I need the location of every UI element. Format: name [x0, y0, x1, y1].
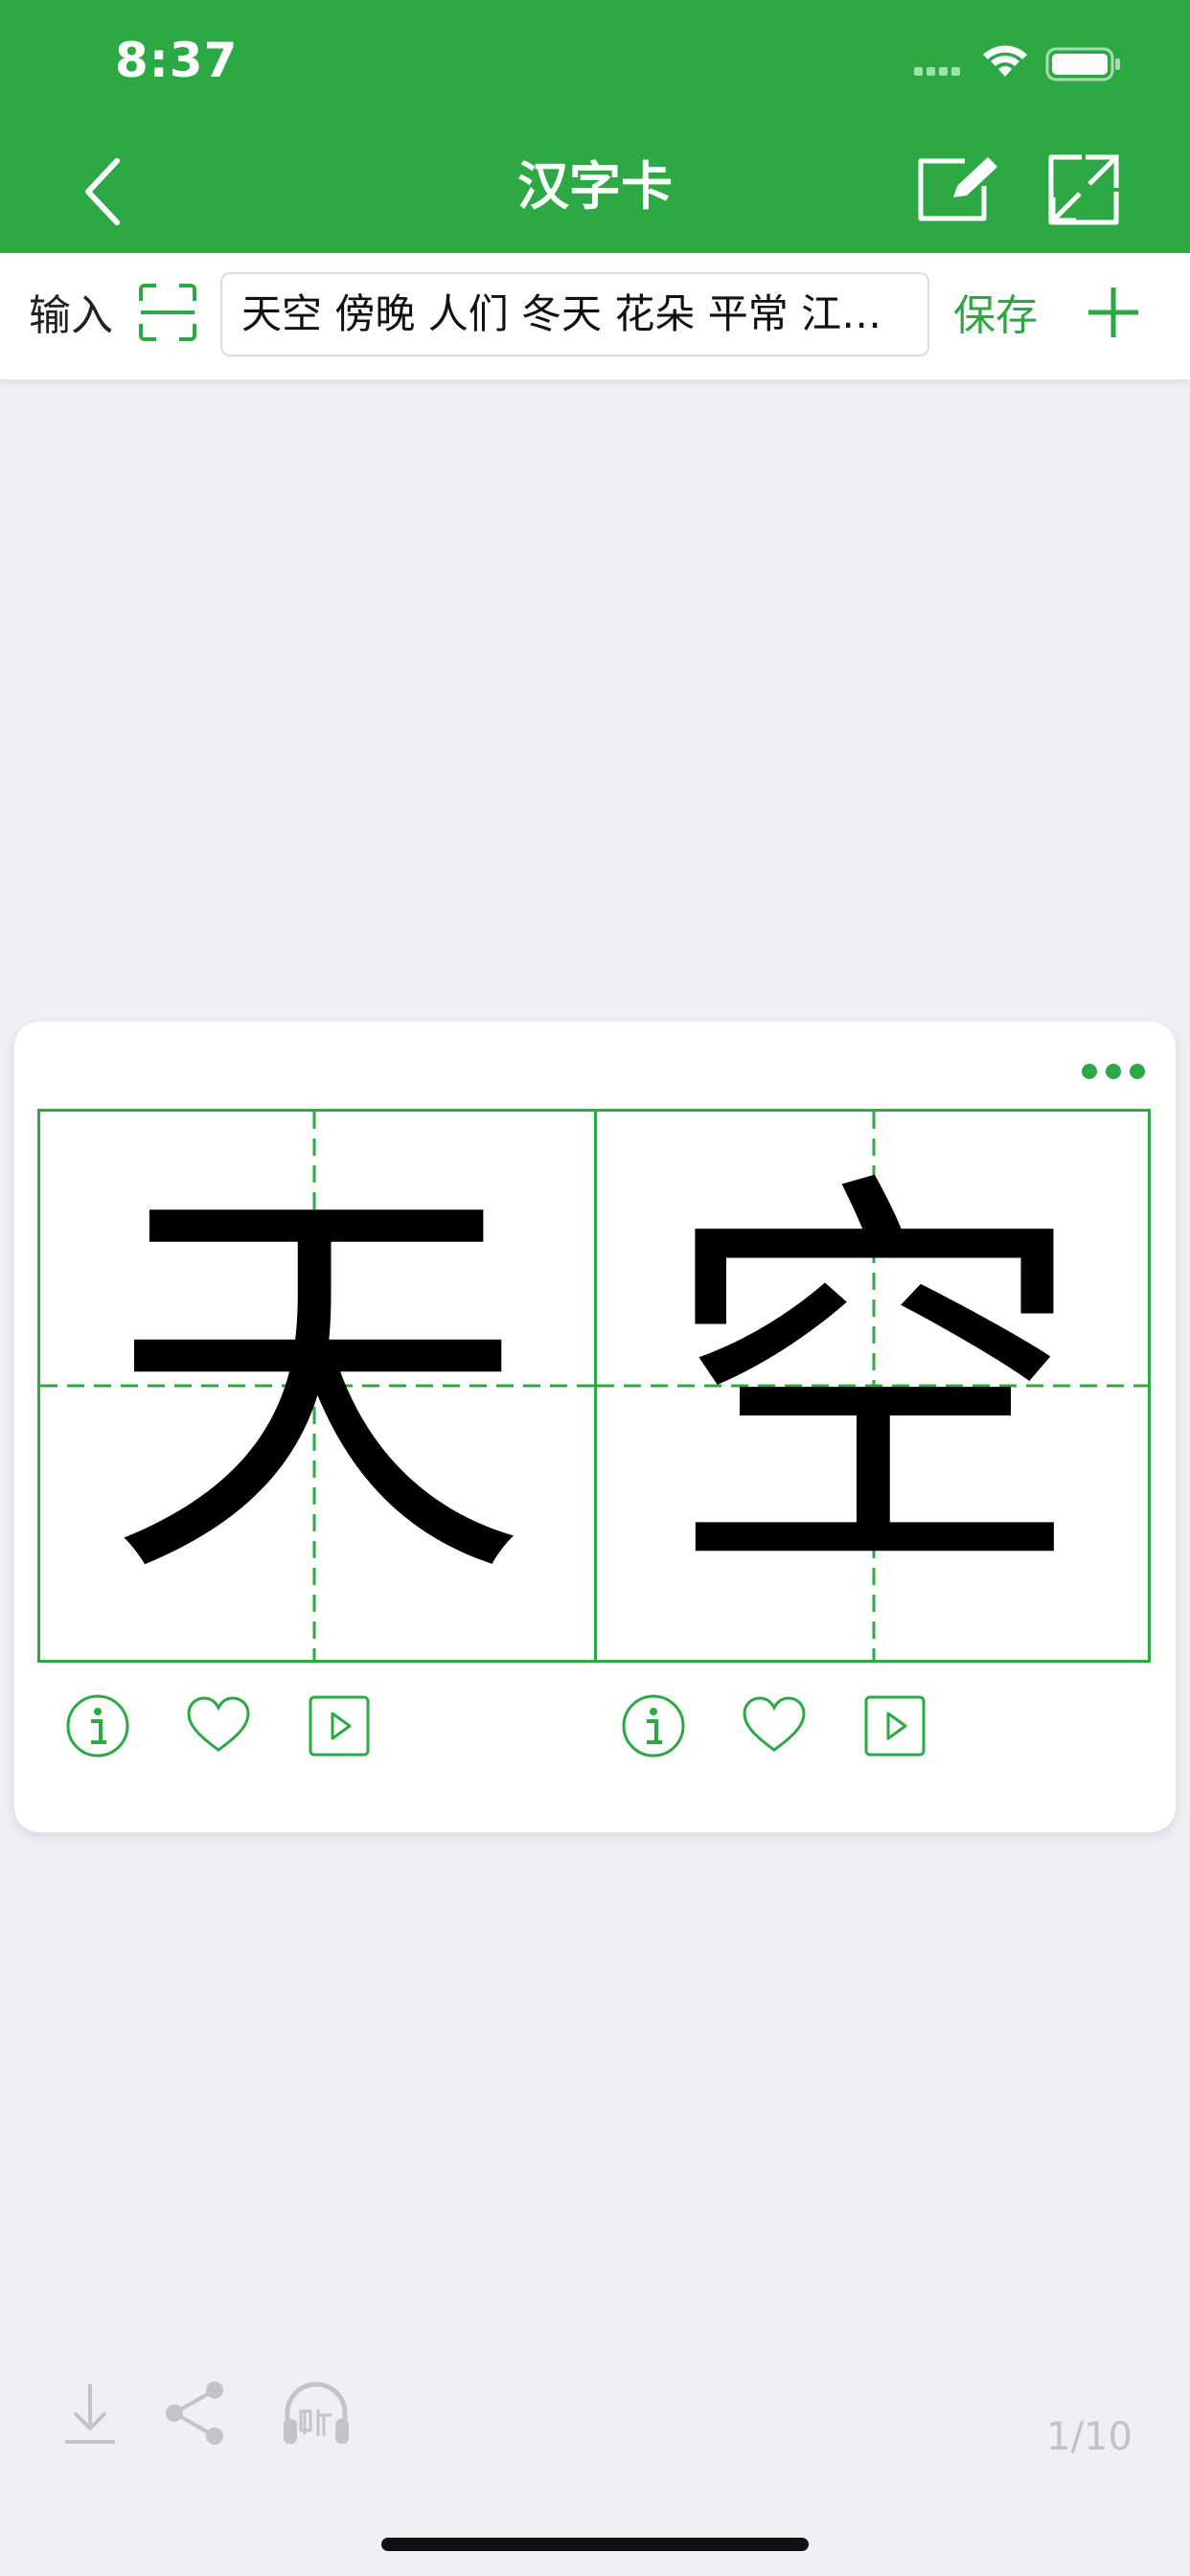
status-icons	[914, 45, 1120, 81]
input-bar: 输入 天空 傍晚 人们 冬天 花朵 平常 江河… 保存	[0, 253, 1190, 380]
info-icon[interactable]	[620, 1692, 687, 1760]
expand-icon[interactable]	[1047, 153, 1120, 226]
character-actions-2	[620, 1692, 946, 1760]
download-icon[interactable]	[54, 2377, 126, 2450]
page-indicator: 1/10	[1046, 2415, 1133, 2459]
more-icon[interactable]	[1068, 1058, 1155, 1085]
words-input[interactable]: 天空 傍晚 人们 冬天 花朵 平常 江河…	[220, 272, 929, 356]
favorite-heart-icon[interactable]	[185, 1692, 252, 1760]
battery-icon	[1045, 47, 1120, 81]
edit-icon[interactable]	[915, 155, 1001, 224]
input-label: 输入	[29, 291, 113, 340]
character-cell-1[interactable]: 天	[40, 1112, 594, 1660]
writing-grid: 天 空	[37, 1109, 1151, 1663]
scan-icon[interactable]	[137, 282, 198, 343]
character-actions-1	[64, 1692, 390, 1760]
play-animation-icon[interactable]	[306, 1692, 373, 1760]
info-icon[interactable]	[64, 1692, 131, 1760]
home-indicator	[381, 2538, 809, 2551]
play-animation-icon[interactable]	[861, 1692, 928, 1760]
character-glyph: 空	[663, 1140, 1085, 1631]
listen-headphones-icon[interactable]	[280, 2377, 353, 2450]
status-time: 8:37	[115, 33, 239, 88]
character-glyph: 天	[106, 1140, 528, 1631]
wifi-icon	[983, 45, 1027, 77]
character-card: 天 空	[14, 1022, 1176, 1832]
signal-icon	[914, 67, 960, 76]
share-icon[interactable]	[159, 2377, 232, 2450]
save-button[interactable]: 保存	[953, 288, 1038, 345]
app-header: 8:37 汉字卡	[0, 0, 1190, 253]
character-cell-2[interactable]: 空	[594, 1112, 1151, 1660]
add-icon[interactable]	[1083, 282, 1144, 343]
page-title: 汉字卡	[517, 156, 673, 217]
bottom-toolbar	[0, 2377, 1190, 2463]
favorite-heart-icon[interactable]	[741, 1692, 808, 1760]
